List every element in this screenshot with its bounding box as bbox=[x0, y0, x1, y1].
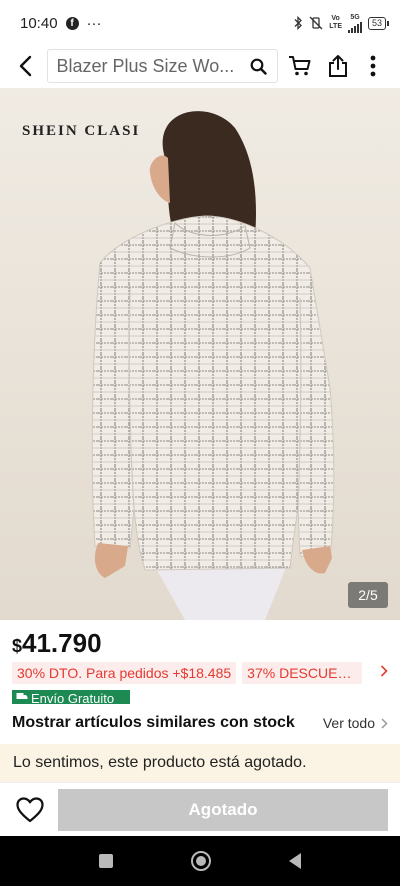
back-arrow-icon bbox=[19, 55, 31, 77]
status-bar: 10:40 f ··· Vo LTE 5G 53 bbox=[0, 0, 400, 46]
wishlist-button[interactable] bbox=[12, 792, 48, 828]
sold-out-notice: Lo sentimos, este producto está agotado. bbox=[0, 744, 400, 782]
more-options-button[interactable] bbox=[357, 48, 390, 84]
back-button[interactable] bbox=[10, 48, 39, 84]
system-nav-bar bbox=[0, 836, 400, 886]
product-photo bbox=[0, 88, 400, 620]
more-vert-icon bbox=[370, 55, 376, 77]
brand-logo: SHEIN CLASI bbox=[22, 123, 141, 139]
promo-tag-discount-text: 37% DESCUEN... bbox=[247, 665, 358, 681]
status-right: Vo LTE 5G 53 bbox=[293, 13, 390, 33]
signal-icon bbox=[347, 21, 362, 33]
chevron-right-icon[interactable] bbox=[380, 664, 388, 682]
price: $ 41.790 bbox=[12, 628, 102, 659]
similar-items-row[interactable]: Mostrar artículos similares con stock Ve… bbox=[0, 704, 400, 742]
cart-button[interactable] bbox=[284, 48, 317, 84]
chevron-right-icon bbox=[381, 717, 388, 729]
promo-tag-order-discount: 30% DTO. Para pedidos +$18.485 bbox=[12, 662, 237, 684]
search-input[interactable]: Blazer Plus Size Wo... bbox=[47, 49, 278, 83]
home-icon[interactable] bbox=[191, 851, 211, 871]
volte-bottom: LTE bbox=[329, 23, 342, 30]
share-icon bbox=[328, 55, 347, 77]
search-icon[interactable] bbox=[249, 56, 269, 76]
heart-icon bbox=[16, 796, 44, 822]
promo-row[interactable]: 30% DTO. Para pedidos +$18.485 37% DESCU… bbox=[12, 662, 388, 684]
share-button[interactable] bbox=[321, 48, 354, 84]
see-all-link[interactable]: Ver todo bbox=[323, 715, 388, 731]
status-left: 10:40 f ··· bbox=[20, 15, 102, 32]
price-value: 41.790 bbox=[22, 628, 102, 658]
more-notifications-icon: ··· bbox=[86, 14, 102, 32]
sold-out-button[interactable]: Agotado bbox=[58, 788, 388, 831]
truck-icon bbox=[16, 693, 28, 699]
free-shipping-badge: Envío Gratuito bbox=[12, 690, 130, 704]
bottom-action-bar: Agotado bbox=[0, 782, 400, 836]
promo-tag-discount: 37% DESCUEN... bbox=[242, 662, 363, 684]
image-counter: 2/5 bbox=[348, 582, 388, 608]
product-image-carousel[interactable]: SHEIN CLASI 2/5 bbox=[0, 88, 400, 620]
status-time: 10:40 bbox=[20, 14, 58, 32]
volte-indicator: Vo LTE bbox=[329, 15, 342, 31]
volte-top: Vo bbox=[331, 15, 340, 22]
bluetooth-icon bbox=[294, 16, 303, 30]
similar-items-title: Mostrar artículos similares con stock bbox=[12, 714, 295, 731]
network-5g-indicator: 5G bbox=[347, 13, 362, 33]
back-nav-icon[interactable] bbox=[289, 853, 301, 869]
see-all-label: Ver todo bbox=[322, 715, 375, 731]
sold-out-notice-text: Lo sentimos, este producto está agotado. bbox=[13, 754, 307, 771]
mute-vibrate-icon bbox=[309, 16, 323, 30]
network-5g-label: 5G bbox=[350, 13, 360, 21]
battery-icon: 53 bbox=[367, 16, 390, 30]
cart-icon bbox=[289, 56, 311, 76]
search-query-text: Blazer Plus Size Wo... bbox=[56, 55, 235, 76]
free-shipping-label: Envío Gratuito bbox=[31, 691, 115, 704]
recent-apps-icon[interactable] bbox=[99, 854, 113, 868]
search-header: Blazer Plus Size Wo... bbox=[0, 46, 400, 86]
facebook-notification-icon: f bbox=[65, 16, 79, 30]
price-currency: $ bbox=[12, 636, 23, 656]
